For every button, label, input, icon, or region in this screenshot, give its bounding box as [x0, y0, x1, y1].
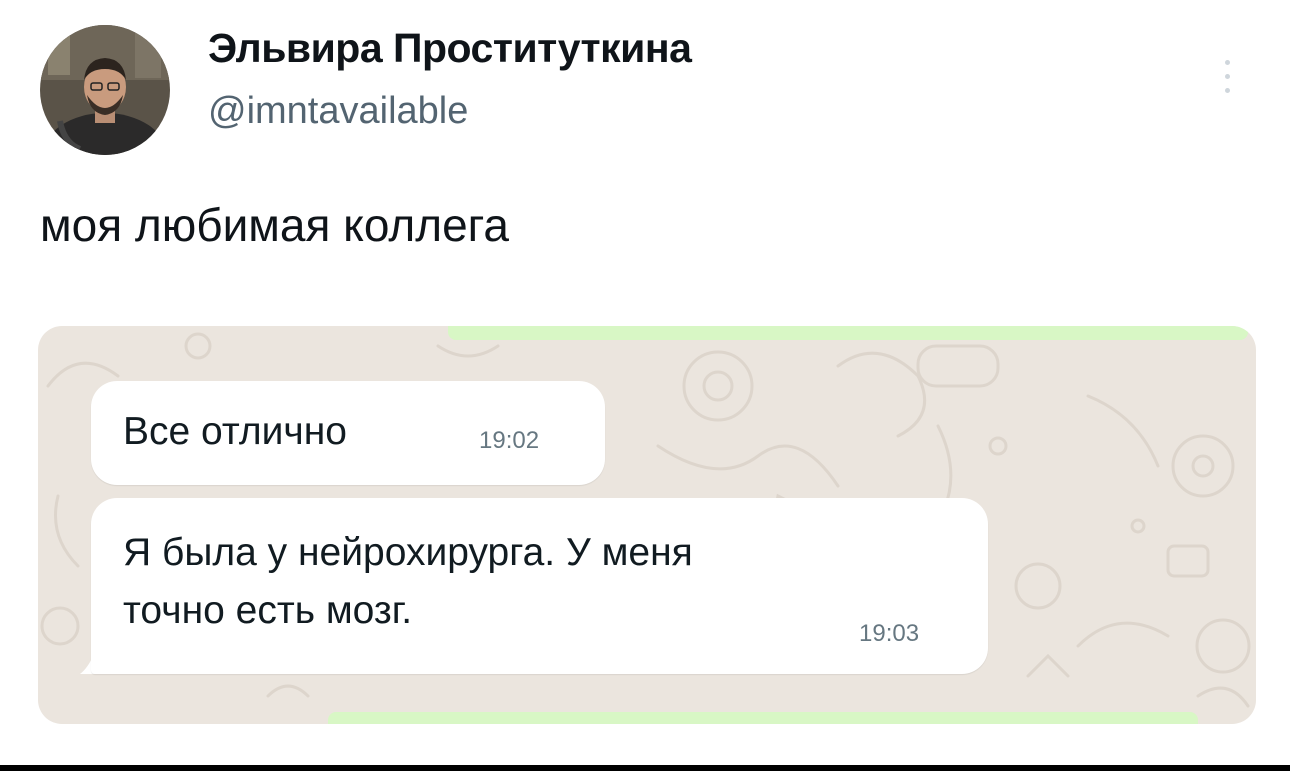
- more-vertical-icon[interactable]: [1208, 52, 1248, 102]
- author-handle[interactable]: @imntavailable: [208, 90, 468, 133]
- outgoing-message-edge: [448, 326, 1248, 340]
- avatar[interactable]: [40, 25, 170, 155]
- message-timestamp: 19:03: [859, 620, 920, 647]
- message-line: точно есть мозг.: [123, 589, 413, 632]
- avatar-photo: [40, 25, 170, 155]
- incoming-message-bubble[interactable]: Я была у нейрохирурга. У меня точно есть…: [91, 498, 988, 674]
- outgoing-message-edge: [328, 712, 1198, 724]
- message-timestamp: 19:02: [479, 427, 540, 454]
- message-text: Я была у нейрохирурга. У меня точно есть…: [123, 524, 693, 640]
- incoming-message-bubble[interactable]: Все отлично 19:02: [91, 381, 605, 485]
- author-display-name[interactable]: Эльвира Проституткина: [208, 25, 692, 72]
- tweet-text: моя любимая коллега: [40, 199, 510, 251]
- bottom-divider: [0, 765, 1290, 771]
- chat-screenshot-image[interactable]: Все отлично 19:02 Я была у нейрохирурга.…: [38, 326, 1256, 724]
- message-text: Все отлично: [123, 410, 347, 453]
- message-line: Я была у нейрохирурга. У меня: [123, 531, 693, 574]
